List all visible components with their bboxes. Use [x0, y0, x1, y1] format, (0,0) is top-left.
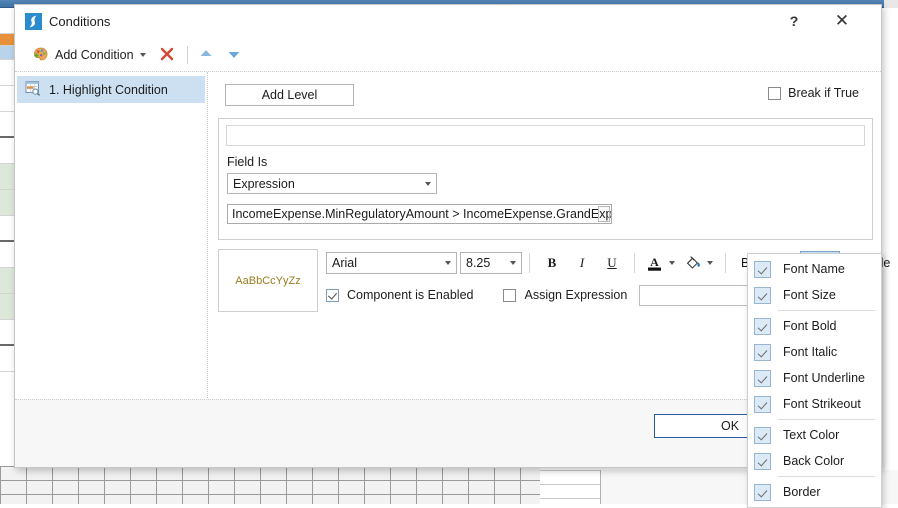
- underline-button[interactable]: U: [597, 252, 627, 275]
- field-is-selected-value: Expression: [233, 176, 295, 191]
- toolbar-separator: [634, 253, 635, 273]
- menu-item-label: Font Italic: [783, 345, 838, 359]
- move-up-button[interactable]: [195, 45, 217, 65]
- menu-item-label: Font Underline: [783, 371, 865, 385]
- menu-item[interactable]: Font Strikeout: [748, 391, 881, 417]
- chevron-down-icon[interactable]: [505, 261, 521, 265]
- menu-item-checkbox[interactable]: [754, 369, 771, 387]
- expression-caret: [598, 206, 610, 222]
- stimulsoft-logo-icon: [25, 13, 42, 30]
- menu-item-checkbox[interactable]: [754, 483, 771, 501]
- font-name-value: Arial: [332, 256, 358, 270]
- menu-item-checkbox[interactable]: [754, 343, 771, 361]
- break-if-true-checkbox[interactable]: Break if True: [768, 86, 859, 100]
- assign-expression-box[interactable]: [503, 288, 517, 302]
- conditions-list-sidebar: 1. Highlight Condition: [15, 72, 208, 432]
- background-grid: [0, 466, 540, 504]
- component-enabled-box[interactable]: [326, 288, 339, 302]
- back-color-button[interactable]: [680, 252, 718, 275]
- dialog-title: Conditions: [49, 14, 111, 29]
- assign-expression-checkbox[interactable]: Assign Expression: [503, 288, 627, 302]
- add-condition-label: Add Condition: [55, 48, 134, 62]
- expression-input[interactable]: IncomeExpense.MinRegulatoryAmount > Inco…: [227, 204, 612, 224]
- menu-item-checkbox[interactable]: [754, 452, 771, 470]
- menu-item[interactable]: Font Name: [748, 256, 881, 282]
- help-button[interactable]: ?: [779, 9, 809, 33]
- menu-separator: [778, 476, 875, 477]
- arrow-down-icon: [227, 48, 241, 63]
- menu-item-label: Border: [783, 485, 821, 499]
- menu-item[interactable]: Font Underline: [748, 365, 881, 391]
- component-enabled-label: Component is Enabled: [347, 288, 474, 302]
- menu-item[interactable]: Font Size: [748, 282, 881, 308]
- arrow-up-icon: [199, 48, 213, 63]
- font-size-value: 8.25: [466, 256, 491, 270]
- paint-bucket-icon: [682, 254, 703, 272]
- menu-item[interactable]: Font Italic: [748, 339, 881, 365]
- menu-item-checkbox[interactable]: [754, 395, 771, 413]
- menu-item-label: Back Color: [783, 454, 845, 468]
- assign-expression-label: Assign Expression: [524, 288, 628, 302]
- italic-button[interactable]: I: [567, 252, 597, 275]
- condition-settings-box: Field Is Expression IncomeExpense.MinReg…: [218, 118, 873, 240]
- chevron-down-icon[interactable]: [703, 261, 716, 265]
- break-if-true-label: Break if True: [788, 86, 859, 100]
- sidebar-item-highlight-condition[interactable]: 1. Highlight Condition: [17, 76, 205, 103]
- toolbar-separator: [725, 253, 726, 273]
- break-if-true-box[interactable]: [768, 86, 782, 100]
- chevron-down-icon[interactable]: [665, 261, 678, 265]
- background-window-titlebar-right: [884, 0, 898, 8]
- condition-top-field[interactable]: [226, 125, 865, 146]
- menu-separator: [778, 419, 875, 420]
- text-color-button[interactable]: A: [642, 252, 680, 275]
- menu-item-label: Font Size: [783, 288, 836, 302]
- chevron-down-icon[interactable]: [139, 53, 146, 57]
- conditions-list-dropdown-menu: Font Name Font Size Font Bold Font Italic Fo…: [747, 253, 882, 508]
- menu-item-label: Font Name: [783, 262, 845, 276]
- menu-item-checkbox[interactable]: [754, 286, 771, 304]
- close-button[interactable]: ✕: [827, 9, 857, 33]
- field-is-select[interactable]: Expression: [227, 173, 437, 194]
- move-down-button[interactable]: [223, 45, 245, 65]
- menu-item-checkbox[interactable]: [754, 426, 771, 444]
- menu-item[interactable]: Border: [748, 479, 881, 505]
- background-grid-lines: [540, 470, 601, 504]
- add-level-button[interactable]: Add Level: [225, 84, 354, 106]
- font-color-a-icon: A: [644, 254, 665, 272]
- menu-item-label: Font Bold: [783, 319, 837, 333]
- delete-condition-button[interactable]: [156, 44, 178, 66]
- menu-item[interactable]: Back Color: [748, 448, 881, 474]
- menu-item-checkbox[interactable]: [754, 317, 771, 335]
- field-is-label: Field Is: [227, 155, 268, 169]
- dialog-toolbar: Add Condition: [15, 39, 881, 72]
- format-options-row: Component is Enabled Assign Expression f…: [326, 282, 770, 308]
- font-preview-text: AaBbCcYyZz: [235, 274, 301, 287]
- menu-item-checkbox[interactable]: [754, 260, 771, 278]
- add-condition-palette-icon: [32, 46, 49, 65]
- expression-value: IncomeExpense.MinRegulatoryAmount > Inco…: [232, 207, 612, 221]
- toolbar-separator: [529, 253, 530, 273]
- component-enabled-checkbox[interactable]: Component is Enabled: [326, 288, 473, 302]
- menu-separator: [778, 310, 875, 311]
- font-name-select[interactable]: Arial: [326, 252, 457, 274]
- dialog-titlebar: Conditions ? ✕: [15, 5, 881, 39]
- highlight-condition-icon: [25, 80, 41, 99]
- menu-item-label: Text Color: [783, 428, 840, 442]
- bold-button[interactable]: B: [537, 252, 567, 275]
- svg-text:A: A: [650, 255, 659, 269]
- menu-item[interactable]: Text Color: [748, 422, 881, 448]
- toolbar-separator: [187, 46, 188, 64]
- font-preview-box: AaBbCcYyZz: [218, 249, 318, 312]
- add-condition-button[interactable]: Add Condition: [28, 43, 150, 67]
- menu-item-label: Font Strikeout: [783, 397, 861, 411]
- chevron-down-icon[interactable]: [419, 181, 436, 186]
- menu-item[interactable]: Font Bold: [748, 313, 881, 339]
- delete-x-icon: [159, 46, 175, 65]
- sidebar-item-label: 1. Highlight Condition: [49, 82, 168, 97]
- font-size-select[interactable]: 8.25: [460, 252, 522, 274]
- chevron-down-icon[interactable]: [440, 261, 456, 265]
